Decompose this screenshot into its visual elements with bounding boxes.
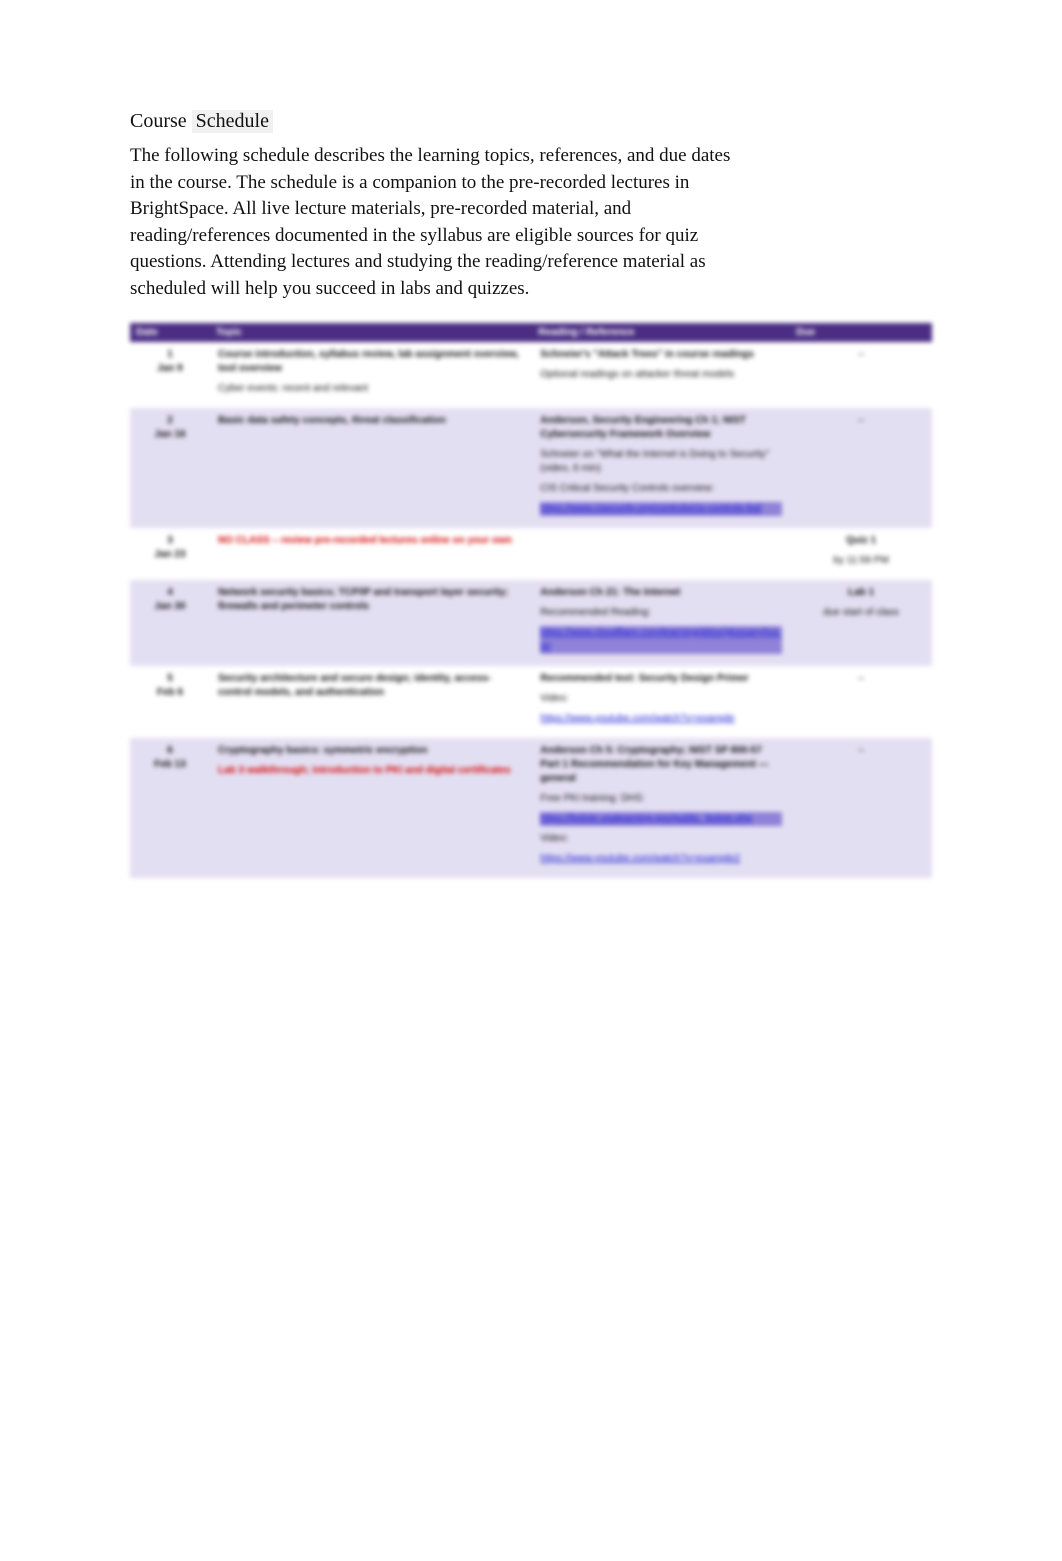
cell-text: CIS Critical Security Controls overview: (540, 482, 782, 496)
page-content: Course Schedule The following schedule d… (0, 0, 1062, 890)
cell-text: Recommended text: Security Design Primer (540, 672, 782, 686)
page-title: Course Schedule (130, 110, 932, 133)
cell-text: Basic data safety concepts, threat class… (218, 414, 524, 428)
col-header-due: Due (790, 323, 932, 342)
cell-text: Cryptography basics: symmetric encryptio… (218, 744, 524, 758)
date-cell: 4Jan 30 (130, 580, 210, 666)
cell-text: – (798, 348, 924, 362)
table-cell: Anderson Ch 21: The Internet Recommended … (532, 580, 790, 666)
table-cell: – (790, 342, 932, 408)
table-cell: Network security basics; TCP/IP and tran… (210, 580, 532, 666)
table-row (130, 878, 932, 890)
table-cell (532, 528, 790, 580)
cell-text: Optional readings on attacker threat mod… (540, 368, 782, 382)
cell-text: https://www.youtube.com/watch?v=example2 (540, 852, 782, 866)
table-cell: – (790, 666, 932, 738)
cell-text: Anderson Ch 21: The Internet (540, 586, 782, 600)
cell-text: Course introduction, syllabus review, la… (218, 348, 524, 376)
title-word-schedule: Schedule (192, 110, 273, 133)
table-cell (532, 878, 790, 890)
cell-text: – (798, 414, 924, 428)
date-line: Jan 16 (138, 428, 202, 442)
cell-text: Video: (540, 692, 782, 706)
col-header-topic: Topic (210, 323, 532, 342)
date-line: 1 (138, 348, 202, 362)
table-cell: Course introduction, syllabus review, la… (210, 342, 532, 408)
cell-text: Quiz 1 (798, 534, 924, 548)
date-cell: 3Jan 23 (130, 528, 210, 580)
cell-text: by 11:59 PM (798, 554, 924, 568)
table-row: 3Jan 23 NO CLASS – review pre-recorded le… (130, 528, 932, 580)
date-line: 3 (138, 534, 202, 548)
table-cell: Schneier's "Attack Trees" in course read… (532, 342, 790, 408)
table-row: 4Jan 30 Network security basics; TCP/IP a… (130, 580, 932, 666)
date-line: Jan 23 (138, 548, 202, 562)
table-cell (210, 878, 532, 890)
table-cell: Quiz 1 by 11:59 PM (790, 528, 932, 580)
table-cell: – (790, 738, 932, 878)
cell-text: Video: (540, 832, 782, 846)
cell-text: https://www.youtube.com/watch?v=example (540, 712, 782, 726)
cell-text: https://www.cloudflare.com/learning/ddos… (540, 626, 782, 654)
table-row: 5Feb 6 Security architecture and secure d… (130, 666, 932, 738)
table-cell: Recommended text: Security Design Primer… (532, 666, 790, 738)
cell-text: Schneier on "What the Internet is Doing … (540, 448, 782, 476)
date-cell (130, 878, 210, 890)
cell-text: Free PKI training: DHS: (540, 792, 782, 806)
date-line: 6 (138, 744, 202, 758)
table-cell: Anderson, Security Engineering Ch 1; NIS… (532, 408, 790, 528)
date-line: 2 (138, 414, 202, 428)
cell-text: Recommended Reading: (540, 606, 782, 620)
cell-text: Lab 3 walkthrough; introduction to PKI a… (218, 764, 524, 778)
date-cell: 6Feb 13 (130, 738, 210, 878)
cell-text: Cyber events: recent and relevant (218, 382, 524, 396)
date-cell: 1Jan 9 (130, 342, 210, 408)
cell-text: NO CLASS – review pre-recorded lectures … (218, 534, 524, 548)
title-word-course: Course (130, 110, 187, 132)
date-line: Feb 6 (138, 686, 202, 700)
col-header-ref: Reading / Reference (532, 323, 790, 342)
date-cell: 5Feb 6 (130, 666, 210, 738)
table-row: 6Feb 13 Cryptography basics: symmetric en… (130, 738, 932, 878)
cell-text: https://fedvte.usalearning.gov/public_fe… (540, 812, 782, 826)
table-cell: Cryptography basics: symmetric encryptio… (210, 738, 532, 878)
cell-text: Network security basics; TCP/IP and tran… (218, 586, 524, 614)
cell-text: – (798, 744, 924, 758)
date-line: Feb 13 (138, 758, 202, 772)
cell-text: due start of class (798, 606, 924, 620)
col-header-date: Date (130, 323, 210, 342)
table-cell: – (790, 408, 932, 528)
cell-text: Lab 1 (798, 586, 924, 600)
cell-text: Security architecture and secure design;… (218, 672, 524, 700)
cell-text: Anderson, Security Engineering Ch 1; NIS… (540, 414, 782, 442)
table-cell (790, 878, 932, 890)
cell-text: – (798, 672, 924, 686)
cell-text: Anderson Ch 5: Cryptography; NIST SP 800… (540, 744, 782, 786)
table-header-row: Date Topic Reading / Reference Due (130, 323, 932, 342)
date-line: 4 (138, 586, 202, 600)
cell-text: Schneier's "Attack Trees" in course read… (540, 348, 782, 362)
table-cell: Security architecture and secure design;… (210, 666, 532, 738)
date-line: 5 (138, 672, 202, 686)
table-row: 1Jan 9 Course introduction, syllabus revi… (130, 342, 932, 408)
table-cell: Anderson Ch 5: Cryptography; NIST SP 800… (532, 738, 790, 878)
table-cell: NO CLASS – review pre-recorded lectures … (210, 528, 532, 580)
table-cell: Lab 1 due start of class (790, 580, 932, 666)
date-cell: 2Jan 16 (130, 408, 210, 528)
date-line: Jan 30 (138, 600, 202, 614)
schedule-table: Date Topic Reading / Reference Due 1Jan … (130, 323, 932, 890)
intro-paragraph: The following schedule describes the lea… (130, 143, 740, 303)
table-row: 2Jan 16 Basic data safety concepts, threa… (130, 408, 932, 528)
cell-text: https://www.cisecurity.org/controls/cis-… (540, 502, 782, 516)
date-line: Jan 9 (138, 362, 202, 376)
table-cell: Basic data safety concepts, threat class… (210, 408, 532, 528)
